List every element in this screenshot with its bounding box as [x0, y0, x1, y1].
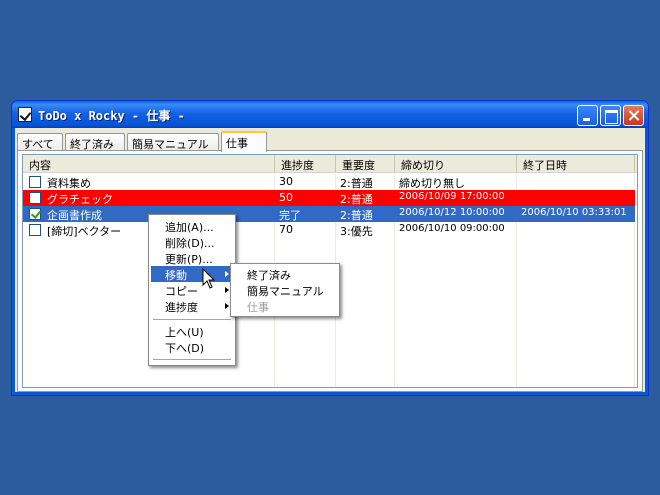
- task-deadline: 2006/10/10 09:00:00: [399, 223, 505, 234]
- move-submenu: 終了済み 簡易マニュアル 仕事: [230, 263, 340, 317]
- menu-item-label: 進捗度: [165, 301, 198, 314]
- menu-item-down[interactable]: 下へ(D): [151, 339, 233, 355]
- task-progress: 70: [279, 223, 293, 236]
- task-name: グラチェック: [47, 193, 113, 206]
- menu-item-add[interactable]: 追加(A)...: [151, 218, 233, 234]
- column-header-content[interactable]: 内容: [23, 155, 275, 172]
- close-button[interactable]: [623, 105, 644, 126]
- menu-item-progress[interactable]: 進捗度: [151, 298, 233, 314]
- menu-item-up[interactable]: 上へ(U): [151, 323, 233, 339]
- menu-item-update[interactable]: 更新(P)...: [151, 250, 233, 266]
- table-row[interactable]: [締切]ベクター 70 3:優先 2006/10/10 09:00:00: [23, 222, 635, 238]
- submenu-item-work: 仕事: [247, 301, 269, 314]
- task-progress: 完了: [279, 209, 301, 222]
- tab-work[interactable]: 仕事: [221, 131, 267, 152]
- task-checkbox[interactable]: [29, 224, 41, 236]
- submenu-item-finished[interactable]: 終了済み: [233, 266, 339, 282]
- column-header-finished-at[interactable]: 終了日時: [517, 155, 635, 172]
- mouse-pointer-icon: [202, 268, 216, 289]
- window-title: ToDo x Rocky - 仕事 -: [38, 109, 185, 123]
- menu-item-label: 移動: [165, 269, 187, 282]
- context-menu: 追加(A)... 削除(D)... 更新(P)... 移動 コピー 進捗度 上へ…: [148, 214, 236, 366]
- tab-finished[interactable]: 終了済み: [65, 133, 125, 151]
- column-header-importance[interactable]: 重要度: [336, 155, 395, 172]
- task-finished-at: [517, 174, 635, 190]
- list-header: 内容 進捗度 重要度 締め切り 終了日時: [23, 155, 637, 173]
- tab-all[interactable]: すべて: [17, 133, 63, 151]
- title-bar[interactable]: ToDo x Rocky - 仕事 -: [12, 101, 648, 128]
- task-deadline: 2006/10/09 17:00:00: [399, 191, 505, 202]
- minimize-button[interactable]: [577, 105, 598, 126]
- table-row[interactable]: グラチェック 50 2:普通 2006/10/09 17:00:00: [23, 190, 635, 206]
- task-checkbox[interactable]: [29, 176, 41, 188]
- tab-manual[interactable]: 簡易マニュアル: [127, 133, 219, 151]
- app-window: ToDo x Rocky - 仕事 - すべて 終了済み 簡易マニュアル 仕事 …: [11, 100, 649, 396]
- task-deadline: 締め切り無し: [399, 177, 465, 190]
- task-finished-at: [517, 190, 635, 206]
- menu-item-label: コピー: [165, 285, 198, 298]
- task-checkbox[interactable]: [29, 192, 41, 204]
- task-importance: 2:普通: [340, 209, 373, 222]
- checkbox-app-icon: [18, 107, 32, 122]
- submenu-arrow-icon: [225, 303, 229, 309]
- task-finished-at: 2006/10/10 03:33:01: [521, 207, 627, 218]
- menu-item-delete[interactable]: 削除(D)...: [151, 234, 233, 250]
- task-progress: 30: [279, 175, 293, 188]
- task-finished-at: [517, 222, 635, 238]
- task-name: 資料集め: [47, 177, 91, 190]
- table-row[interactable]: 資料集め 30 2:普通 締め切り無し: [23, 174, 635, 190]
- task-checkbox-checked[interactable]: [29, 208, 41, 220]
- menu-separator: [153, 319, 231, 320]
- menu-separator: [153, 359, 231, 360]
- submenu-arrow-icon: [225, 271, 229, 277]
- submenu-item-manual[interactable]: 簡易マニュアル: [233, 282, 339, 298]
- menu-item-copy[interactable]: コピー: [151, 282, 233, 298]
- submenu-arrow-icon: [225, 287, 229, 293]
- task-importance: 3:優先: [340, 225, 373, 238]
- column-header-progress[interactable]: 進捗度: [275, 155, 336, 172]
- task-importance: 2:普通: [340, 177, 373, 190]
- menu-item-move[interactable]: 移動: [151, 266, 233, 282]
- table-row[interactable]: 企画書作成 完了 2:普通 2006/10/12 10:00:00 2006/1…: [23, 206, 635, 222]
- maximize-button[interactable]: [600, 105, 621, 126]
- task-deadline: 2006/10/12 10:00:00: [399, 207, 505, 218]
- task-progress: 50: [279, 191, 293, 204]
- task-importance: 2:普通: [340, 193, 373, 206]
- column-header-deadline[interactable]: 締め切り: [395, 155, 517, 172]
